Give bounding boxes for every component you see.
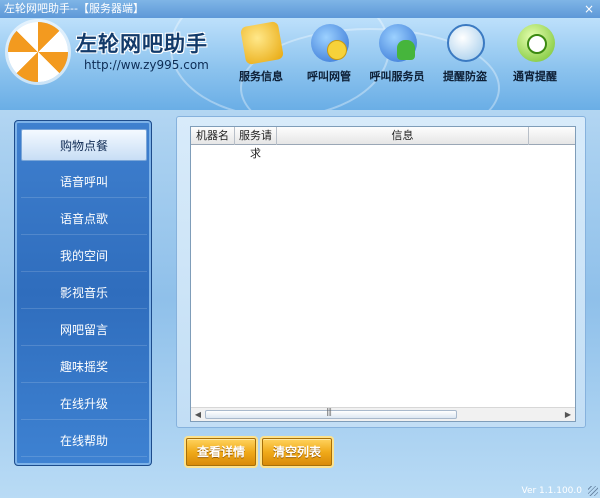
request-list[interactable]: 机器名 服务请求 信息 时 ◀ ||| ▶ [190, 126, 576, 422]
sidebar-item-messages[interactable]: 网吧留言 [21, 314, 147, 346]
window-titlebar: 左轮网吧助手--【服务器端】 × [0, 0, 600, 18]
window-title: 左轮网吧助手--【服务器端】 [4, 2, 144, 15]
sidebar-item-song-request[interactable]: 语音点歌 [21, 203, 147, 235]
version-label: Ver 1.1.100.0 [521, 486, 583, 496]
alarm-clock-icon [517, 24, 555, 62]
brand-url: http://ww.zy995.com [84, 58, 209, 72]
header-banner: 左轮网吧助手 http://ww.zy995.com 服务信息 呼叫网管 呼叫服… [0, 18, 600, 110]
toolbar-button-label: 通宵提醒 [513, 70, 557, 83]
toolbar-anti-theft-button[interactable]: 提醒防盗 [430, 24, 500, 100]
scroll-left-icon[interactable]: ◀ [191, 408, 205, 421]
sidebar-item-shopping[interactable]: 购物点餐 [21, 129, 147, 161]
resize-grip-icon[interactable] [588, 486, 598, 496]
horizontal-scrollbar[interactable]: ◀ ||| ▶ [191, 407, 575, 421]
column-header-info[interactable]: 信息 [277, 127, 529, 145]
column-header-machine[interactable]: 机器名 [191, 127, 235, 145]
scroll-right-icon[interactable]: ▶ [561, 408, 575, 421]
scroll-thumb[interactable]: ||| [205, 407, 457, 419]
brand-logo-icon [8, 22, 68, 82]
sidebar-item-movies-music[interactable]: 影视音乐 [21, 277, 147, 309]
toolbar-button-label: 服务信息 [239, 70, 283, 83]
clear-list-button[interactable]: 清空列表 [262, 438, 332, 466]
toolbar-button-label: 呼叫网管 [307, 70, 351, 83]
notes-icon [239, 20, 285, 66]
column-header-request[interactable]: 服务请求 [235, 127, 277, 160]
column-header-time[interactable]: 时 [529, 127, 575, 145]
waiter-call-icon [379, 24, 417, 62]
view-details-button[interactable]: 查看详情 [186, 438, 256, 466]
sidebar-item-my-space[interactable]: 我的空间 [21, 240, 147, 272]
toolbar-overnight-reminder-button[interactable]: 通宵提醒 [500, 24, 570, 100]
close-icon[interactable]: × [582, 0, 596, 18]
toolbar-service-info-button[interactable]: 服务信息 [226, 20, 296, 100]
toolbar-call-waiter-button[interactable]: 呼叫服务员 [362, 24, 432, 100]
sidebar-item-lottery[interactable]: 趣味摇奖 [21, 351, 147, 383]
scroll-grip-icon: ||| [326, 407, 332, 416]
toolbar-button-label: 提醒防盗 [443, 70, 487, 83]
list-header: 机器名 服务请求 信息 时 [191, 127, 575, 160]
sidebar-item-online-help[interactable]: 在线帮助 [21, 425, 147, 457]
anti-theft-icon [447, 24, 485, 62]
sidebar-item-online-upgrade[interactable]: 在线升级 [21, 388, 147, 420]
smiley-call-icon [311, 24, 349, 62]
toolbar-button-label: 呼叫服务员 [369, 70, 425, 83]
toolbar-call-admin-button[interactable]: 呼叫网管 [294, 24, 364, 100]
sidebar-menu: 购物点餐 语音呼叫 语音点歌 我的空间 影视音乐 网吧留言 趣味摇奖 在线升级 … [14, 120, 152, 466]
sidebar-item-voice-call[interactable]: 语音呼叫 [21, 166, 147, 198]
brand-name: 左轮网吧助手 [76, 32, 208, 56]
